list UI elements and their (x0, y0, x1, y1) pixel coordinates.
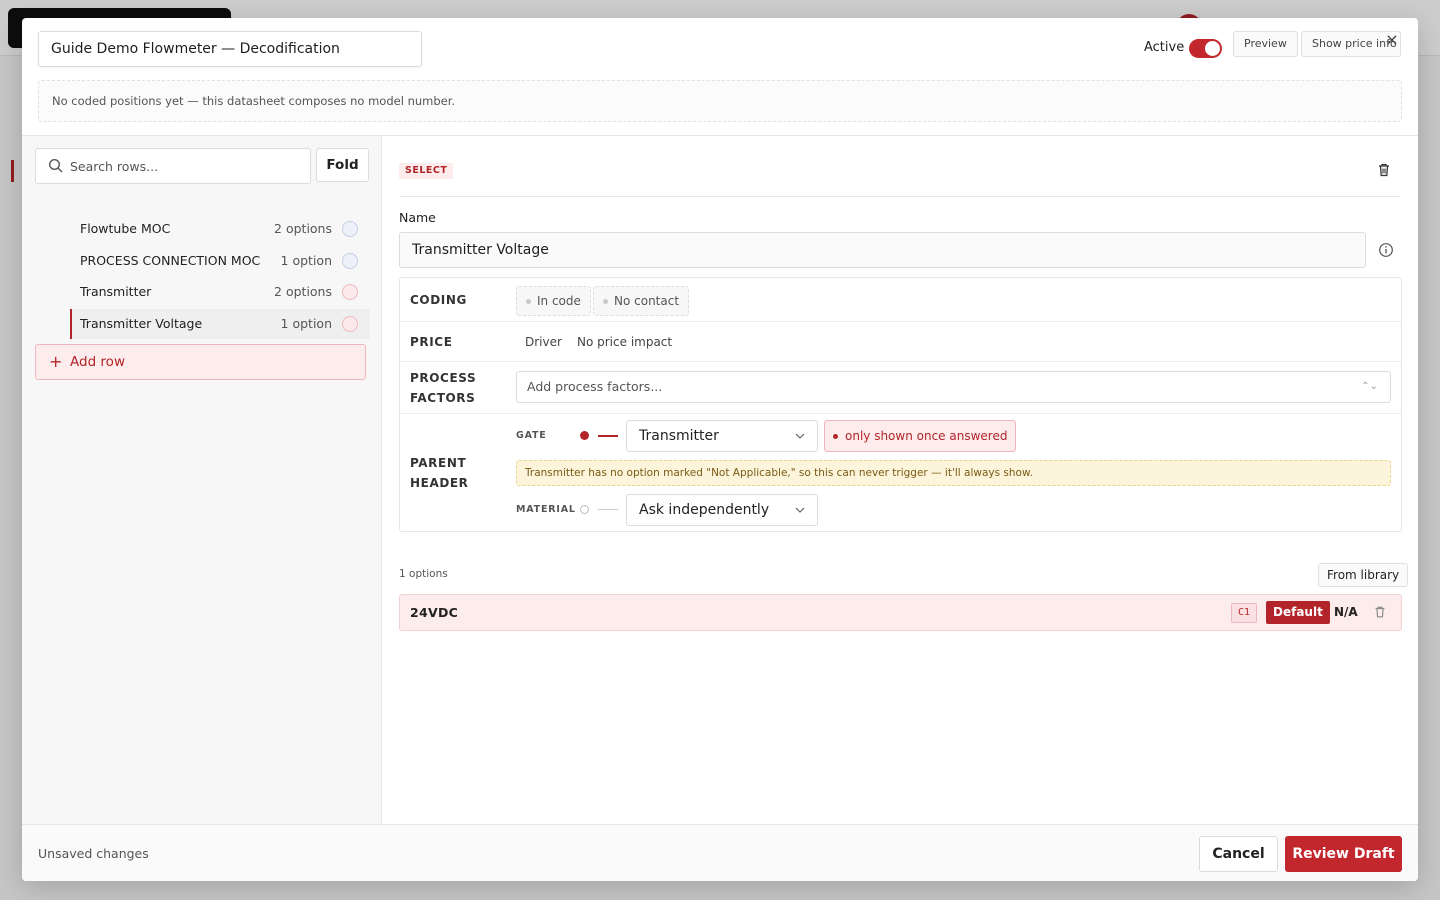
sidebar-item-count: 2 options (274, 284, 332, 299)
cancel-button[interactable]: Cancel (1199, 836, 1278, 872)
sidebar-item-process-connection-moc[interactable]: PROCESS CONNECTION MOC 1 option (70, 246, 370, 276)
options-count: 1 options (399, 568, 448, 580)
fold-button[interactable]: Fold (316, 148, 369, 182)
name-label: Name (399, 210, 436, 225)
modal-footer: Unsaved changes Cancel Review Draft (22, 824, 1418, 881)
sidebar-item-label: Transmitter (80, 284, 152, 299)
add-row-label: Add row (70, 354, 125, 370)
row-search[interactable] (35, 148, 311, 184)
updown-chevron-icon: ⌃⌄ (1361, 381, 1378, 392)
process-factors-placeholder: Add process factors... (527, 379, 663, 394)
option-default-badge[interactable]: Default (1266, 601, 1330, 624)
coding-label: CODING (410, 293, 467, 307)
link-icon[interactable] (342, 316, 358, 332)
gate-warning-banner: Transmitter has no option marked "Not Ap… (516, 460, 1391, 486)
gate-connector (598, 435, 618, 437)
row-type-badge: SELECT (399, 163, 454, 179)
parent-header-label-line2: HEADER (410, 476, 469, 490)
material-dropdown-value: Ask independently (639, 502, 770, 518)
modal-header: Guide Demo Flowmeter — Decodification Ac… (22, 18, 1418, 136)
info-icon[interactable] (1378, 242, 1394, 258)
sidebar-item-count: 2 options (274, 221, 332, 236)
price-row: PRICE Driver No price impact (400, 322, 1401, 362)
datasheet-title-input[interactable]: Guide Demo Flowmeter — Decodification (38, 31, 422, 67)
gate-dropdown[interactable]: Transmitter (626, 420, 818, 452)
link-icon[interactable] (342, 253, 358, 269)
rows-sidebar: Fold Flowtube MOC 2 options PROCESS CONN… (22, 136, 382, 824)
material-dropdown[interactable]: Ask independently (626, 494, 818, 526)
divider (399, 196, 1401, 197)
decodification-modal: Guide Demo Flowmeter — Decodification Ac… (22, 18, 1418, 881)
option-code-chip[interactable]: C1 (1231, 603, 1258, 623)
sidebar-item-count: 1 option (280, 253, 332, 268)
preview-button[interactable]: Preview (1233, 31, 1298, 57)
row-properties: CODING In code No contact PRICE Driver N… (399, 277, 1402, 532)
coding-chip-no-contact[interactable]: No contact (593, 286, 690, 316)
sidebar-item-label: PROCESS CONNECTION MOC (80, 253, 261, 268)
price-driver[interactable]: Driver (525, 335, 562, 349)
coding-chip-in-code[interactable]: In code (516, 286, 591, 316)
search-icon (48, 158, 63, 173)
process-factors-label-line1: PROCESS (410, 371, 477, 385)
sidebar-item-label: Transmitter Voltage (80, 316, 203, 331)
close-icon[interactable]: × (1384, 32, 1400, 48)
unsaved-status: Unsaved changes (38, 846, 149, 861)
material-label: MATERIAL (516, 504, 576, 515)
sidebar-item-transmitter[interactable]: Transmitter 2 options (70, 277, 370, 307)
search-input[interactable] (70, 149, 306, 183)
material-empty-dot (580, 505, 589, 514)
sidebar-item-transmitter-voltage[interactable]: Transmitter Voltage 1 option (70, 309, 370, 339)
price-label: PRICE (410, 335, 453, 349)
material-connector (598, 509, 618, 510)
trash-icon[interactable] (1376, 162, 1392, 178)
chevron-down-icon (795, 507, 805, 513)
gate-active-dot (580, 431, 589, 440)
process-factors-row: PROCESS FACTORS Add process factors... ⌃… (400, 362, 1401, 414)
sidebar-item-count: 1 option (280, 316, 332, 331)
chevron-down-icon (795, 433, 805, 439)
option-na-toggle[interactable]: N/A (1334, 605, 1358, 619)
link-icon[interactable] (342, 284, 358, 300)
datasheet-notice: No coded positions yet — this datasheet … (38, 80, 1402, 122)
active-toggle[interactable] (1189, 39, 1222, 58)
process-factors-select[interactable]: Add process factors... ⌃⌄ (516, 371, 1391, 403)
option-row-24vdc[interactable]: 24VDC C1 Default N/A (399, 594, 1402, 631)
gate-status-badge: only shown once answered (824, 420, 1017, 452)
from-library-button[interactable]: From library (1318, 563, 1409, 587)
option-name: 24VDC (410, 605, 459, 620)
parent-header-row: PARENT HEADER GATE Transmitter only show… (400, 414, 1401, 532)
gate-dropdown-value: Transmitter (639, 428, 719, 444)
row-editor: SELECT Name Transmitter Voltage CODING I… (383, 136, 1418, 824)
link-icon[interactable] (342, 221, 358, 237)
process-factors-label-line2: FACTORS (410, 391, 476, 405)
gate-label: GATE (516, 430, 547, 441)
add-row-button[interactable]: + Add row (35, 344, 366, 380)
trash-icon[interactable] (1373, 605, 1387, 619)
row-name-input[interactable]: Transmitter Voltage (399, 232, 1366, 268)
sidebar-item-flowtube-moc[interactable]: Flowtube MOC 2 options (70, 214, 370, 244)
plus-icon: + (49, 352, 63, 371)
toggle-knob (1205, 41, 1220, 56)
price-impact[interactable]: No price impact (577, 335, 672, 349)
parent-header-label-line1: PARENT (410, 456, 467, 470)
sidebar-item-label: Flowtube MOC (80, 221, 171, 236)
coding-row: CODING In code No contact (400, 278, 1401, 322)
active-label: Active (1144, 40, 1185, 55)
review-draft-button[interactable]: Review Draft (1285, 836, 1402, 872)
